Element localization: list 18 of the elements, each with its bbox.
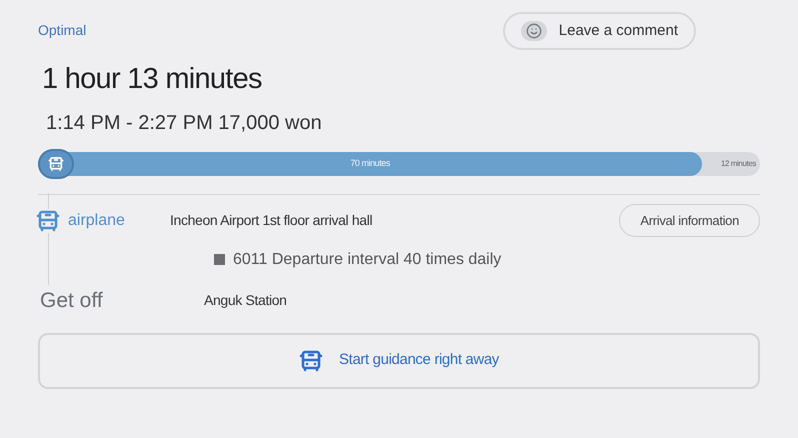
route-label: Optimal — [38, 21, 86, 40]
alight-label: Get off — [40, 288, 103, 312]
bus-icon — [299, 348, 324, 372]
alighting-stop: Anguk Station — [204, 291, 287, 310]
route-square-icon — [214, 254, 225, 265]
transport-mode: airplane — [68, 210, 125, 230]
arrival-info-button[interactable]: Arrival information — [619, 204, 760, 238]
start-guidance-button[interactable]: Start guidance right away — [38, 332, 760, 388]
remaining-duration: 12 minutes — [720, 158, 756, 170]
smiley-icon — [520, 21, 547, 41]
trip-duration: 1 hour 13 minutes — [42, 63, 262, 95]
route-detail: 6011 Departure interval 40 times daily — [233, 250, 502, 270]
ride-duration: 70 minutes — [350, 156, 390, 170]
trip-summary: 1:14 PM - 2:27 PM 17,000 won — [46, 112, 322, 134]
bus-badge-icon — [38, 148, 74, 178]
comment-button[interactable]: Leave a comment — [502, 12, 696, 50]
boarding-stop: Incheon Airport 1st floor arrival hall — [170, 211, 372, 230]
bus-icon — [36, 208, 60, 232]
